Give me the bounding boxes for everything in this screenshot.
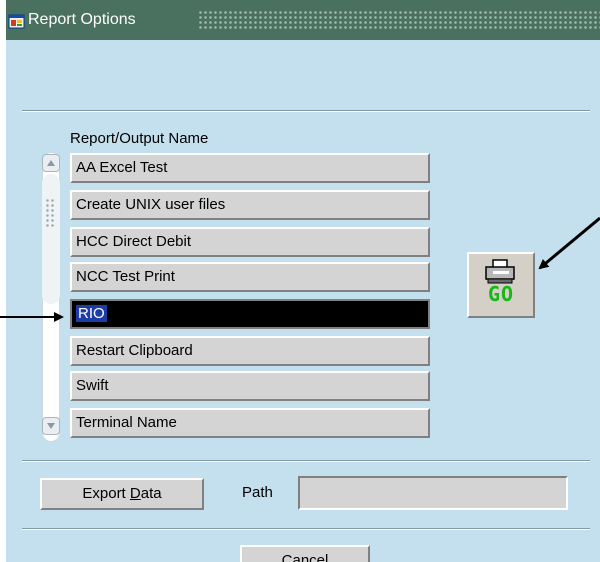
list-item[interactable]: NCC Test Print — [70, 262, 430, 292]
title-bar[interactable]: Report Options — [0, 0, 600, 40]
path-label: Path — [242, 484, 273, 501]
list-item[interactable]: Restart Clipboard — [70, 336, 430, 366]
export-data-button[interactable]: Export Data — [40, 478, 204, 510]
scroll-down-button[interactable] — [42, 417, 60, 435]
title-bar-pattern — [198, 10, 600, 30]
scrollbar-thumb[interactable] — [42, 174, 60, 304]
scroll-up-icon — [47, 160, 55, 166]
list-scrollbar[interactable] — [38, 152, 64, 442]
report-options-window: Report Options Report/Output Name AA Exc… — [0, 0, 600, 562]
divider-bottom — [22, 528, 590, 530]
divider-middle — [22, 460, 590, 462]
scroll-down-icon — [47, 423, 55, 429]
cancel-button[interactable]: Cancel — [240, 545, 370, 562]
app-icon — [8, 14, 25, 29]
path-input[interactable] — [298, 476, 568, 510]
scrollbar-grip — [45, 198, 55, 228]
list-label: Report/Output Name — [70, 130, 209, 147]
divider-top — [22, 110, 590, 112]
go-label: GO — [487, 282, 515, 306]
list-item[interactable]: AA Excel Test — [70, 153, 430, 183]
list-item[interactable]: Create UNIX user files — [70, 190, 430, 220]
window-title: Report Options — [28, 11, 136, 28]
list-item[interactable]: Swift — [70, 371, 430, 401]
list-item[interactable]: HCC Direct Debit — [70, 227, 430, 257]
scroll-up-button[interactable] — [42, 154, 60, 172]
list-item[interactable]: Terminal Name — [70, 408, 430, 438]
list-item-selected[interactable]: RIO — [70, 299, 430, 329]
go-print-button[interactable]: GO — [467, 252, 535, 318]
window-left-edge — [0, 0, 6, 562]
